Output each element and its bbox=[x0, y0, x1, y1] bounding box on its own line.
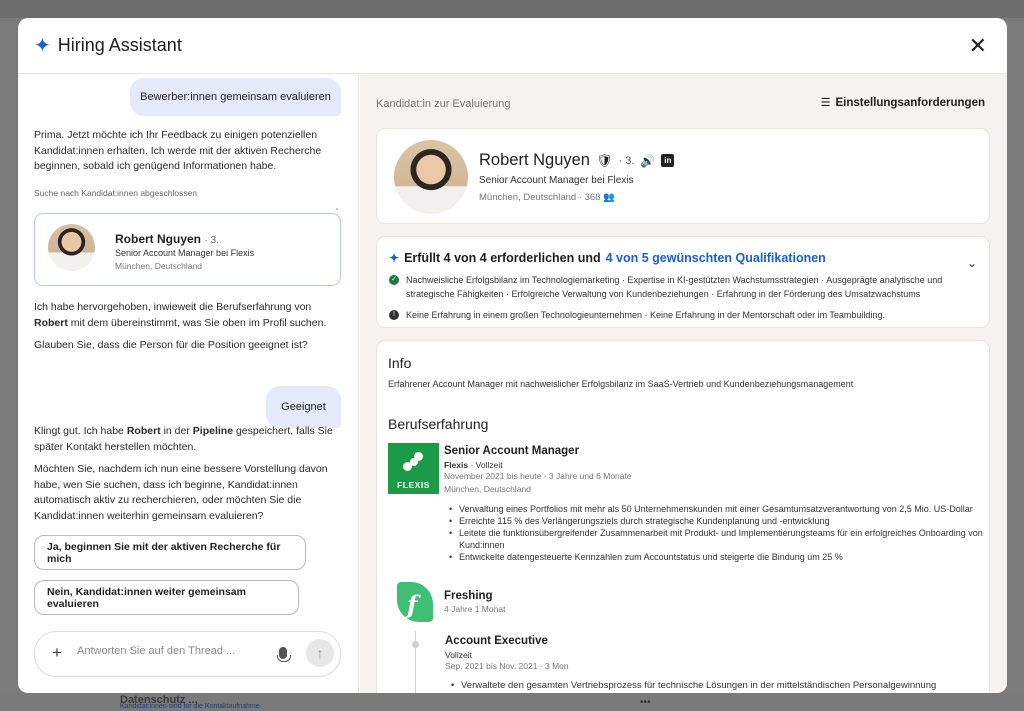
sparkle-icon: ✦ bbox=[389, 251, 400, 265]
candidate-card[interactable]: Robert Nguyen · 3. Senior Account Manage… bbox=[34, 213, 341, 286]
assistant-question: Glauben Sie, dass die Person für die Pos… bbox=[34, 339, 308, 351]
hiring-requirements-label: Einstellungsanforderungen bbox=[835, 96, 985, 109]
list-item: Verwaltete den gesamten Vertriebsprozess… bbox=[449, 680, 994, 691]
profile-headline: Senior Account Manager bei Flexis bbox=[479, 175, 634, 186]
role-type: Vollzeit bbox=[445, 650, 472, 660]
profile-location: München, Deutschland · 368 👥 bbox=[479, 192, 615, 203]
connections-icon: 👥 bbox=[603, 192, 615, 203]
assistant-message: Möchten Sie, nachdem ich nun eine besser… bbox=[34, 463, 328, 522]
user-message: Bewerber:innen gemeinsam evaluieren bbox=[130, 78, 341, 116]
dialog-title: Hiring Assistant bbox=[57, 35, 182, 55]
connection-degree: · 3. bbox=[204, 235, 219, 246]
check-circle-icon: ✓ bbox=[389, 275, 399, 285]
met-qualifications: ✓ Nachweisliche Erfolgsbilanz im Technol… bbox=[389, 273, 979, 301]
reply-composer: + ↑ bbox=[34, 631, 341, 677]
freshing-logo: f bbox=[393, 582, 435, 624]
chat-thread: Bewerber:innen gemeinsam evaluieren Prim… bbox=[18, 74, 359, 693]
list-item: Entwickelte datengesteuerte Kennzahlen z… bbox=[447, 551, 992, 563]
checklist-icon: ☰ bbox=[820, 97, 831, 109]
hiring-requirements-link[interactable]: ☰ Einstellungsanforderungen bbox=[820, 96, 985, 110]
qualifications-summary: ✦ Erfüllt 4 von 4 erforderlichen und 4 v… bbox=[389, 251, 826, 265]
avatar bbox=[394, 140, 468, 214]
experience-heading: Berufserfahrung bbox=[388, 416, 489, 432]
start-active-search-button[interactable]: Ja, beginnen Sie mit der aktiven Recherc… bbox=[34, 535, 306, 570]
panel-label: Kandidat:in zur Evaluierung bbox=[376, 98, 511, 110]
sparkle-icon: ✦ bbox=[34, 34, 51, 57]
list-item: Verwaltung eines Portfolios mit mehr als… bbox=[447, 503, 992, 515]
qualifications-card: ✦ Erfüllt 4 von 4 erforderlichen und 4 v… bbox=[376, 236, 990, 328]
assistant-message: Klingt gut. Ich habe Robert in der Pipel… bbox=[34, 425, 333, 453]
timeline-dot bbox=[412, 641, 419, 648]
job-location: München, Deutschland bbox=[444, 484, 531, 494]
microphone-icon[interactable] bbox=[277, 647, 291, 662]
profile-name-line: Robert Nguyen 🛡 · 3. 🔊 in bbox=[479, 151, 675, 170]
profile-name[interactable]: Robert Nguyen bbox=[479, 151, 590, 170]
reply-input[interactable] bbox=[77, 645, 252, 657]
profile-details-card: Info Erfahrener Account Manager mit nach… bbox=[376, 340, 990, 693]
info-text: Erfahrener Account Manager mit nachweisl… bbox=[388, 379, 854, 389]
candidate-panel: Kandidat:in zur Evaluierung ☰ Einstellun… bbox=[360, 74, 1007, 693]
job-dates: November 2021 bis heute · 3 Jahre und 6 … bbox=[444, 471, 632, 481]
background-page: Datenschutz ... Kandidat:innen sind für … bbox=[0, 692, 1024, 711]
missing-qualifications: ! Keine Erfahrung in einem großen Techno… bbox=[389, 308, 979, 322]
job-title: Senior Account Manager bbox=[444, 445, 580, 457]
company-name: Freshing bbox=[444, 590, 493, 602]
role-title: Account Executive bbox=[445, 635, 548, 647]
info-heading: Info bbox=[388, 355, 412, 371]
dialog-header: ✦ Hiring Assistant ✕ bbox=[18, 18, 1007, 74]
flexis-logo: FLEXIS bbox=[388, 443, 439, 494]
candidate-location: München, Deutschland bbox=[115, 261, 202, 271]
background-note: Kandidat:innen sind für die Kontaktaufna… bbox=[120, 703, 260, 710]
profile-card: Robert Nguyen 🛡 · 3. 🔊 in Senior Account… bbox=[376, 128, 990, 224]
avatar bbox=[48, 224, 95, 271]
candidate-headline: Senior Account Manager bei Flexis bbox=[115, 248, 255, 258]
more-icon: ••• bbox=[640, 697, 651, 708]
background-app-bar bbox=[0, 0, 1024, 18]
connection-degree: · 3. bbox=[618, 154, 635, 167]
list-item: Leitete die funktionsübergreifender Zusa… bbox=[447, 527, 992, 551]
role-dates: Sep. 2021 bis Nov. 2021 · 3 Mon bbox=[445, 661, 569, 671]
list-item: Erreichte 115 % des Verlängerungsziels d… bbox=[447, 515, 992, 527]
continue-evaluating-button[interactable]: Nein, Kandidat:innen weiter gemeinsam ev… bbox=[34, 580, 299, 615]
assistant-message: Ich habe hervorgehoben, inwieweit die Be… bbox=[34, 301, 327, 329]
company-duration: 4 Jahre 1 Monat bbox=[444, 604, 506, 614]
plus-icon[interactable]: + bbox=[52, 644, 62, 661]
candidate-name: Robert Nguyen bbox=[115, 232, 202, 246]
warning-icon: ! bbox=[389, 310, 399, 320]
chevron-down-icon[interactable]: ⌄ bbox=[967, 256, 977, 270]
close-icon[interactable]: ✕ bbox=[969, 35, 987, 57]
job-company: Flexis · Vollzeit bbox=[444, 460, 503, 470]
speaker-icon[interactable]: 🔊 bbox=[640, 154, 655, 168]
verified-icon: 🛡 bbox=[595, 152, 613, 168]
hiring-assistant-dialog: ✦ Hiring Assistant ✕ Bewerber:innen geme… bbox=[18, 18, 1007, 693]
candidate-name-line: Robert Nguyen · 3. bbox=[115, 232, 219, 246]
send-arrow-icon[interactable]: ↑ bbox=[306, 639, 334, 667]
search-status: Suche nach Kandidat:innen abgeschlossen bbox=[34, 188, 198, 198]
linkedin-icon[interactable]: in bbox=[661, 154, 675, 167]
user-message: Geeignet bbox=[266, 386, 341, 428]
status-divider bbox=[336, 208, 338, 210]
assistant-message: Prima. Jetzt möchte ich Ihr Feedback zu … bbox=[34, 129, 322, 172]
job-bullets: Verwaltung eines Portfolios mit mehr als… bbox=[447, 503, 992, 563]
